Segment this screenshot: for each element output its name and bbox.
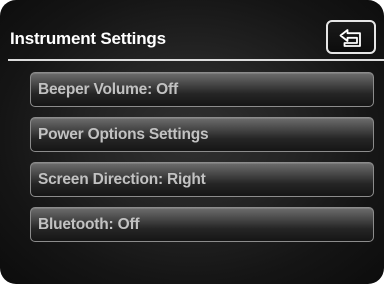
instrument-settings-screen: Instrument Settings Beeper Volume: Off P… [0,0,384,284]
menu-item-label: Power Options Settings [38,126,209,143]
header-divider [8,59,384,61]
bluetooth-button[interactable]: Bluetooth: Off [30,207,374,242]
header: Instrument Settings [0,0,384,62]
power-options-button[interactable]: Power Options Settings [30,117,374,152]
beeper-volume-button[interactable]: Beeper Volume: Off [30,72,374,107]
screen-direction-button[interactable]: Screen Direction: Right [30,162,374,197]
menu-item-label: Screen Direction: Right [38,171,206,188]
menu-item-label: Bluetooth: Off [38,216,140,233]
menu-item-label: Beeper Volume: Off [38,81,178,98]
back-arrow-icon [339,29,361,47]
back-button[interactable] [326,20,376,54]
page-title: Instrument Settings [10,29,166,48]
